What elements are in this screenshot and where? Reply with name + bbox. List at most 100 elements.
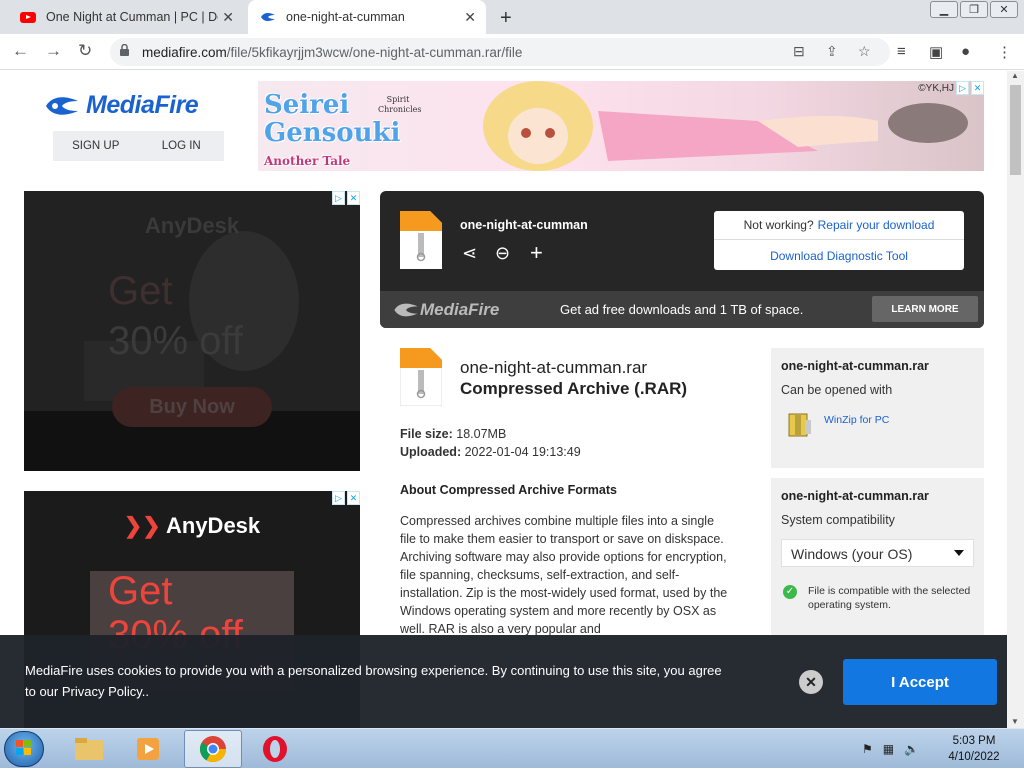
- page-scrollbar[interactable]: ▲ ▼: [1007, 71, 1024, 728]
- youtube-icon: [20, 11, 36, 23]
- ad-brand-text: AnyDesk: [166, 513, 261, 538]
- tab-mediafire[interactable]: one-night-at-cumman ✕: [248, 0, 486, 34]
- mediafire-favicon-icon: [261, 12, 275, 22]
- start-button[interactable]: [4, 731, 44, 767]
- promo-bar: MediaFire Get ad free downloads and 1 TB…: [380, 291, 984, 328]
- about-text: Compressed archives combine multiple fil…: [400, 514, 728, 636]
- ad-choices[interactable]: ▷ ✕: [956, 81, 984, 95]
- mediafire-logo[interactable]: MediaFire: [44, 91, 199, 120]
- taskbar-clock[interactable]: 5:03 PM 4/10/2022: [944, 733, 1004, 765]
- ad-headline: Get: [108, 269, 173, 313]
- uploaded-value: 2022-01-04 19:13:49: [464, 445, 581, 459]
- new-tab-icon[interactable]: +: [500, 7, 512, 30]
- about-heading: About Compressed Archive Formats: [400, 483, 617, 497]
- scroll-down-icon[interactable]: ▼: [1011, 717, 1019, 726]
- repair-download-link[interactable]: Repair your download: [818, 218, 935, 232]
- dropdown-caret-icon: [954, 550, 964, 556]
- diagnostic-tool-link[interactable]: Download Diagnostic Tool: [770, 249, 908, 263]
- not-working-label: Not working?: [743, 218, 814, 232]
- open-with-label: Can be opened with: [781, 383, 893, 397]
- add-to-account-icon[interactable]: +: [530, 240, 543, 266]
- reload-icon[interactable]: ↻: [78, 41, 92, 61]
- os-select[interactable]: Windows (your OS): [781, 539, 974, 567]
- tab-title: One Night at Cumman | PC | Dow: [46, 10, 218, 24]
- action-center-icon[interactable]: ⚑: [862, 742, 873, 756]
- forward-icon[interactable]: →: [45, 41, 62, 61]
- restore-icon[interactable]: ❐: [960, 1, 988, 18]
- ad-choices[interactable]: ▷ ✕: [332, 491, 360, 505]
- taskbar-opera[interactable]: [246, 730, 304, 768]
- winzip-icon: [788, 413, 811, 437]
- windows-logo-icon: [16, 740, 31, 755]
- network-icon[interactable]: ▦: [883, 742, 894, 756]
- scrollbar-thumb[interactable]: [1010, 85, 1021, 175]
- diagnostic-row: Download Diagnostic Tool: [714, 241, 964, 270]
- windows-taskbar: ⚑ ▦ 🔈 5:03 PM 4/10/2022: [0, 728, 1024, 768]
- banner-title-line3: Another Tale: [264, 154, 351, 168]
- compat-label: System compatibility: [781, 513, 895, 527]
- url-path: /file/5kfikayrjjm3wcw/one-night-at-cumma…: [226, 45, 523, 60]
- share-icon[interactable]: ⋖: [462, 243, 477, 264]
- file-name: one-night-at-cumman.rar: [460, 358, 648, 377]
- banner-title-line2: Gensouki: [264, 118, 401, 148]
- ad-offer: 30% off: [108, 319, 243, 363]
- download-help-box: Not working? Repair your download Downloa…: [714, 211, 964, 270]
- open-with-panel: one-night-at-cumman.rar Can be opened wi…: [771, 348, 984, 468]
- anime-character-illustration: [483, 81, 968, 171]
- log-in-button[interactable]: LOG IN: [139, 131, 225, 161]
- archive-file-icon: [400, 348, 442, 406]
- sign-up-button[interactable]: SIGN UP: [53, 131, 139, 161]
- minimize-icon[interactable]: ▁: [930, 1, 958, 18]
- banner-ad[interactable]: Seirei Gensouki Another Tale Spirit Chro…: [258, 81, 984, 171]
- profile-icon[interactable]: ●: [961, 43, 970, 60]
- compat-filename: one-night-at-cumman.rar: [781, 489, 929, 503]
- media-control-icon[interactable]: ≡: [897, 43, 906, 60]
- close-tab-icon[interactable]: ✕: [464, 9, 476, 26]
- uploaded-label: Uploaded:: [400, 445, 462, 459]
- tab-youtube[interactable]: One Night at Cumman | PC | Dow ✕: [8, 0, 244, 34]
- ad-buy-now-button[interactable]: Buy Now: [112, 387, 272, 427]
- download-file-name: one-night-at-cumman: [460, 218, 588, 232]
- winzip-link[interactable]: WinZip for PC: [824, 414, 889, 426]
- ad-info-icon: ▷: [332, 491, 345, 505]
- scroll-up-icon[interactable]: ▲: [1011, 71, 1019, 80]
- cookie-banner: MediaFire uses cookies to provide you wi…: [0, 635, 1007, 728]
- site-info-icon[interactable]: ⊟: [793, 43, 805, 60]
- ad-close-icon: ✕: [347, 191, 360, 205]
- taskbar-chrome[interactable]: [184, 730, 242, 768]
- system-tray: ⚑ ▦ 🔈: [862, 742, 919, 756]
- repair-row: Not working? Repair your download: [714, 211, 964, 240]
- anydesk-logo-icon: ❯❯: [123, 513, 161, 538]
- ad-headline: Get: [108, 569, 173, 613]
- download-panel: one-night-at-cumman ⋖ ⊖ + Not working? Re…: [380, 191, 984, 328]
- accept-cookies-button[interactable]: I Accept: [843, 659, 997, 705]
- url-domain: mediafire.com: [142, 45, 227, 60]
- close-tab-icon[interactable]: ✕: [222, 9, 234, 26]
- side-panel-icon[interactable]: ▣: [929, 43, 943, 61]
- open-with-filename: one-night-at-cumman.rar: [781, 359, 929, 373]
- ad-choices[interactable]: ▷ ✕: [332, 191, 360, 205]
- upload-date: Uploaded: 2022-01-04 19:13:49: [400, 445, 581, 459]
- back-icon[interactable]: ←: [12, 41, 29, 61]
- menu-kebab-icon[interactable]: ⋮: [997, 43, 1012, 61]
- cookie-text: MediaFire uses cookies to provide you wi…: [25, 663, 722, 699]
- chrome-icon: [199, 736, 227, 763]
- taskbar-explorer[interactable]: [60, 730, 118, 768]
- promo-logo-icon: [394, 303, 418, 317]
- volume-icon[interactable]: 🔈: [904, 742, 919, 756]
- anydesk-ad-1[interactable]: AnyDesk Get 30% off Buy Now ▷ ✕: [24, 191, 360, 471]
- close-window-icon[interactable]: ✕: [990, 1, 1018, 18]
- folder-icon: [75, 738, 103, 760]
- share-icon[interactable]: ⇪: [826, 43, 838, 60]
- copy-link-icon[interactable]: ⊖: [495, 243, 510, 264]
- cookie-close-button[interactable]: ✕: [799, 670, 823, 694]
- learn-more-button[interactable]: LEARN MORE: [872, 296, 978, 322]
- browser-tab-strip: One Night at Cumman | PC | Dow ✕ one-nig…: [0, 0, 1024, 34]
- ad-close-icon: ✕: [347, 491, 360, 505]
- banner-subtitle: Spirit Chronicles: [378, 95, 422, 114]
- bookmark-star-icon[interactable]: ☆: [858, 43, 871, 60]
- address-bar[interactable]: mediafire.com/file/5kfikayrjjm3wcw/one-n…: [110, 38, 890, 66]
- media-player-icon: [137, 738, 159, 760]
- banner-copyright: ©YK,HJ: [918, 83, 954, 94]
- taskbar-media-player[interactable]: [120, 730, 178, 768]
